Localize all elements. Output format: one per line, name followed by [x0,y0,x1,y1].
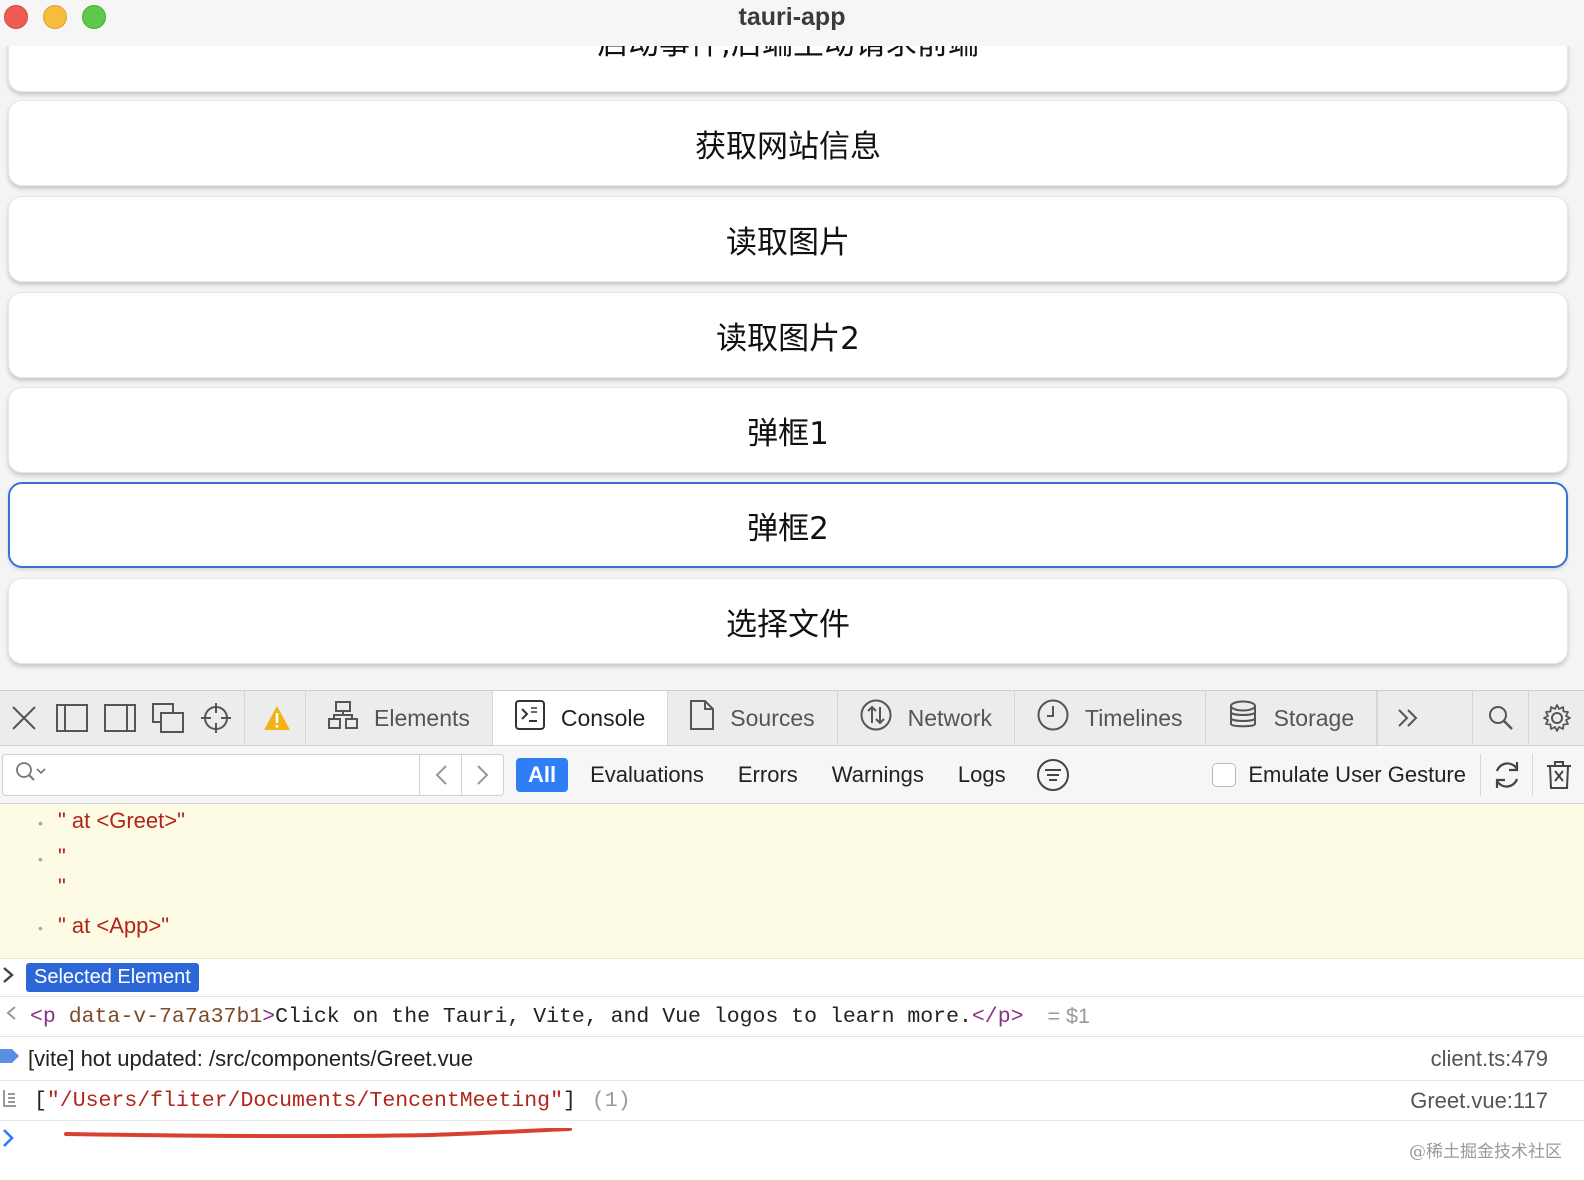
tab-storage[interactable]: Storage [1206,691,1378,745]
warning-trace-block: • " at <Greet>" • " " • " at <App>" [0,804,1584,959]
window-titlebar: tauri-app [0,0,1584,46]
disclosure-chevron-icon[interactable] [0,965,18,990]
filter-options-icon[interactable] [1036,758,1070,792]
inspect-element-icon[interactable] [192,691,240,745]
dock-left-icon[interactable] [48,691,96,745]
minimize-window-button[interactable] [43,5,67,29]
storage-icon [1228,700,1258,736]
result-arrow-icon [2,1004,20,1029]
console-filter-field[interactable] [2,753,420,796]
warning-icon[interactable] [249,691,305,745]
maximize-window-button[interactable] [82,5,106,29]
window-title: tauri-app [738,2,846,31]
network-icon [860,699,892,737]
filter-errors[interactable]: Errors [726,758,810,792]
console-icon [514,700,545,736]
console-prompt-icon[interactable] [0,1126,18,1155]
result-ref: = $1 [1047,1004,1090,1028]
emulate-user-gesture[interactable]: Emulate User Gesture [1212,762,1466,788]
array-value[interactable]: "/Users/fliter/Documents/TencentMeeting" [47,1089,563,1113]
tab-console[interactable]: Console [492,691,669,745]
timelines-icon [1037,699,1069,737]
emulate-user-gesture-checkbox[interactable] [1212,762,1237,787]
elements-icon [328,701,358,735]
tab-network[interactable]: Network [838,691,1015,745]
read-image-2-button[interactable]: 读取图片2 [8,292,1568,378]
selected-element-badge: Selected Element [26,963,199,992]
close-window-button[interactable] [4,5,28,29]
clear-console-icon[interactable] [1532,753,1584,796]
watermark: @稀土掘金技术社区 [1409,1142,1562,1162]
trace-line: • " [38,844,66,869]
detach-window-icon[interactable] [144,691,192,745]
selected-element-row[interactable]: Selected Element [0,959,1584,997]
reload-icon[interactable] [1480,753,1532,796]
more-tabs-icon[interactable] [1377,691,1437,745]
filter-evaluations[interactable]: Evaluations [578,758,716,792]
console-filter-bar: All Evaluations Errors Warnings Logs Emu… [0,746,1584,804]
tab-sources[interactable]: Sources [668,691,838,745]
filter-warnings[interactable]: Warnings [820,758,936,792]
fetch-site-info-button[interactable]: 获取网站信息 [8,100,1568,186]
source-link[interactable]: Greet.vue:117 [1410,1088,1548,1114]
settings-gear-icon[interactable] [1528,691,1584,745]
dock-right-icon[interactable] [96,691,144,745]
tab-elements[interactable]: Elements [306,691,493,745]
evaluation-result-row[interactable]: <p data-v-7a7a37b1 > Click on the Tauri, V… [0,997,1584,1037]
close-devtools-icon[interactable] [0,691,48,745]
trace-line: • " at <App>" [38,913,170,938]
red-annotation-underline [64,1128,572,1138]
dialog-2-button[interactable]: 弹框2 [8,482,1568,568]
previous-result-button[interactable] [420,753,462,796]
start-event-button[interactable]: 启动事件,后端主动请求前端 [8,46,1568,92]
select-file-button[interactable]: 选择文件 [8,578,1568,664]
source-link[interactable]: client.ts:479 [1431,1046,1548,1072]
console-output: • " at <Greet>" • " " • " at <App>" Selec… [0,804,1584,1180]
info-tag-icon [0,1047,20,1070]
next-result-button[interactable] [462,753,504,796]
sources-icon [690,700,715,736]
log-row: [vite] hot updated: /src/components/Gree… [0,1037,1584,1081]
log-icon [2,1089,18,1112]
tab-timelines[interactable]: Timelines [1015,691,1206,745]
filter-logs[interactable]: Logs [946,758,1018,792]
filter-all[interactable]: All [516,757,569,792]
trace-line: • " at <Greet>" [38,808,185,833]
trace-line: " [58,874,66,899]
dialog-1-button[interactable]: 弹框1 [8,387,1568,473]
app-content: 启动事件,后端主动请求前端 获取网站信息 读取图片 读取图片2 弹框1 弹框2 … [0,46,1584,690]
filter-search-icon [15,761,47,788]
log-row: ["/Users/fliter/Documents/TencentMeeting… [0,1081,1584,1121]
console-filter-input[interactable] [47,756,419,793]
traffic-lights [4,5,106,29]
devtools-tab-bar: Elements Console Sources Network Timelin… [0,690,1584,746]
read-image-button[interactable]: 读取图片 [8,196,1568,282]
search-icon[interactable] [1472,691,1528,745]
